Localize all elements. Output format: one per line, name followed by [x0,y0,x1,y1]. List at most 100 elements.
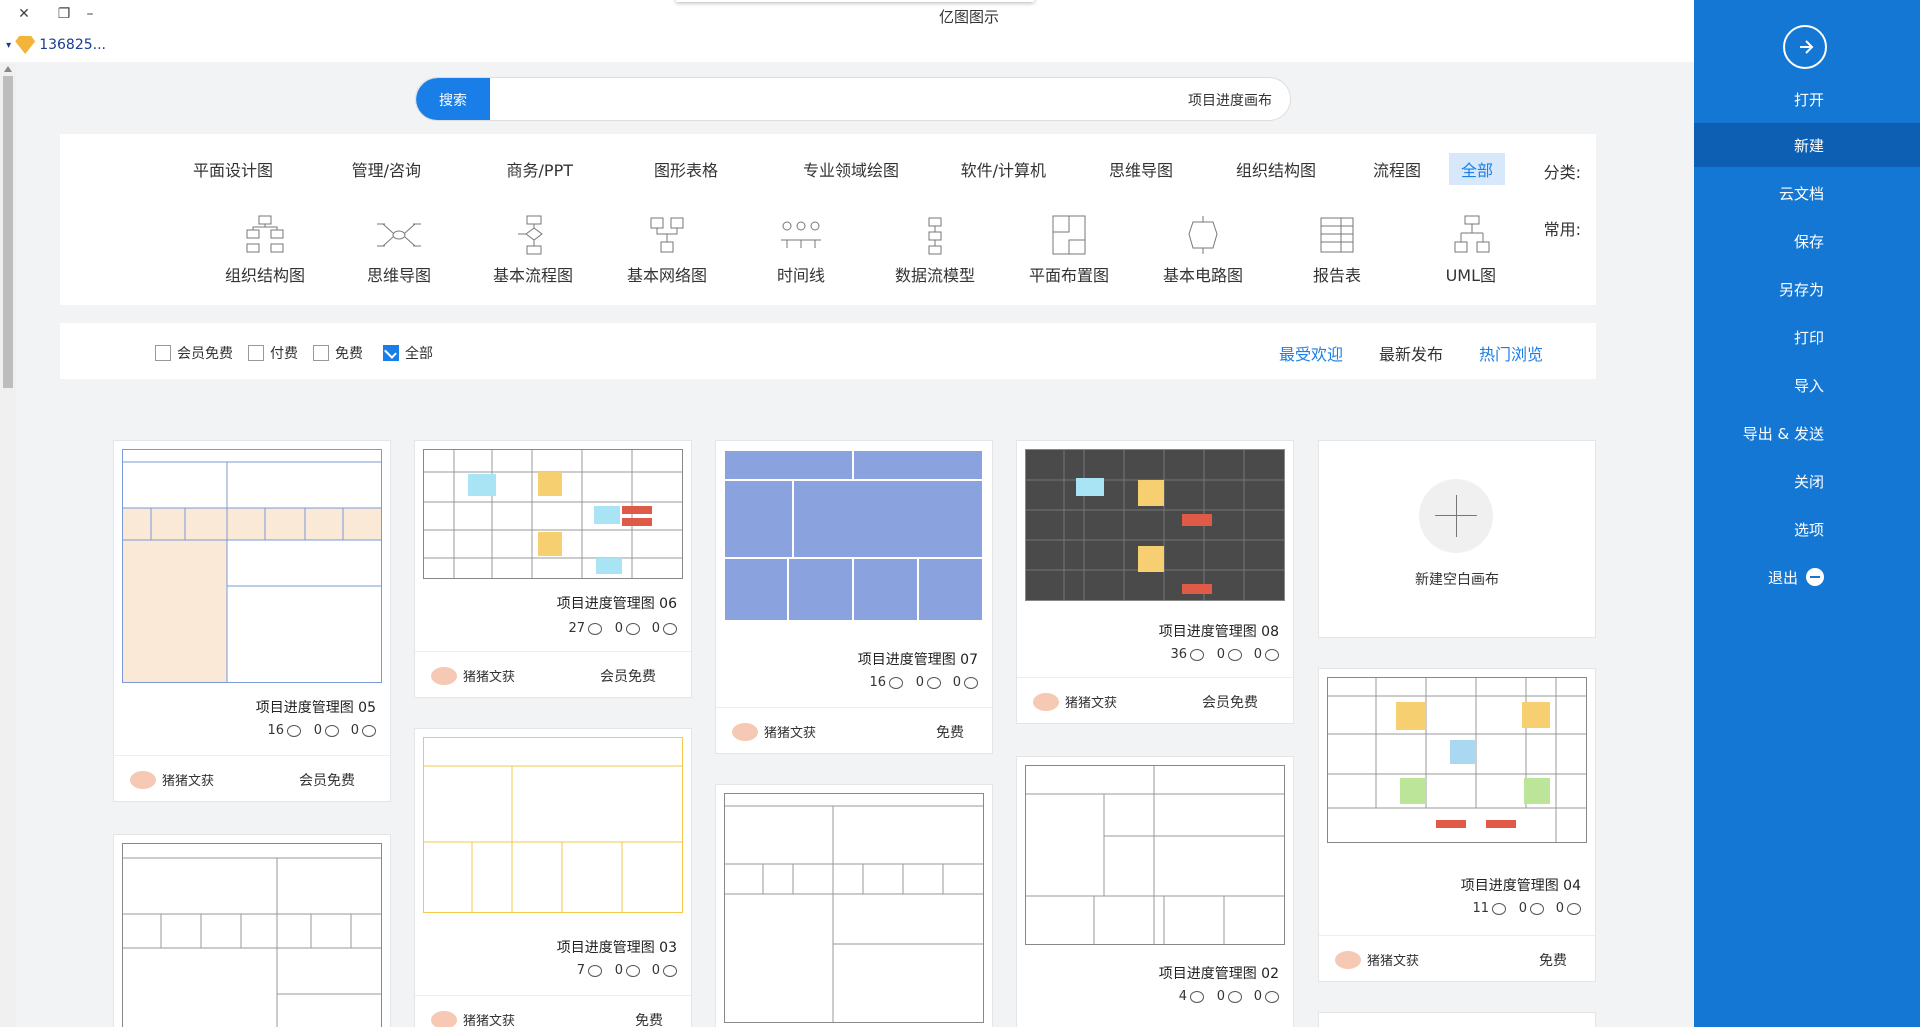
fav-count[interactable]: 0 [1254,989,1279,1004]
avatar [732,722,758,741]
common-dataflow[interactable]: 数据流模型 [880,214,990,286]
template-thumbnail [122,449,382,683]
author[interactable]: 猪猪文获 [130,770,214,789]
fav-count[interactable]: 0 [1254,647,1279,662]
fav-count[interactable]: 0 [652,963,677,978]
common-floorplan[interactable]: 平面布置图 [1014,214,1124,286]
price-label: 免费 [936,725,964,741]
checkbox-free[interactable] [313,345,329,361]
author[interactable]: 猪猪文获 [1335,950,1419,969]
category-management[interactable]: 管理/咨询 [352,153,421,185]
common-mindmap[interactable]: 思维导图 [344,214,454,286]
category-all[interactable]: 全部 [1448,153,1505,185]
scrollbar-thumb[interactable] [3,76,13,388]
author[interactable]: 猪猪文获 [431,666,515,685]
sidebar-item-new[interactable]: 新建 [1694,123,1920,167]
sidebar-item-print[interactable]: 打印 [1694,315,1920,359]
sidebar-item-close[interactable]: 关闭 [1694,459,1920,503]
filter-all[interactable]: 全部 [383,343,433,363]
view-count: 27 [569,621,603,636]
template-card-07[interactable]: 项目进度管理图 07 0 0 16 猪猪文获 免费 [715,440,993,754]
template-card-02[interactable]: 项目进度管理图 02 0 0 4 [1016,756,1294,1027]
template-card-partial[interactable] [1318,1012,1596,1027]
common-label: 常用: [1543,220,1581,239]
filter-paid[interactable]: 付费 [248,343,298,363]
author[interactable]: 猪猪文获 [1033,692,1117,711]
like-count[interactable]: 0 [1216,647,1242,662]
search-button[interactable]: 搜索 [416,78,490,121]
sort-popular[interactable]: 最受欢迎 [1279,341,1343,365]
category-professional[interactable]: 专业领域绘图 [803,153,899,185]
sort-hot[interactable]: 热门浏览 [1479,341,1543,365]
common-uml[interactable]: UML图 [1416,214,1526,286]
fav-count[interactable]: 0 [351,723,376,738]
template-card-03[interactable]: 项目进度管理图 03 0 0 7 猪猪文获 免费 [414,728,692,1027]
category-business[interactable]: 商务/PPT [507,153,573,185]
like-count[interactable]: 0 [1518,901,1544,916]
filter-member[interactable]: 会员免费 [155,343,233,363]
like-count[interactable]: 0 [915,675,941,690]
close-icon[interactable]: ✕ [12,3,36,25]
app-window: 打开 新建 云文档 保存 另存为 打印 导入 导出 & 发送 关闭 选项 退出 … [0,0,1920,1027]
sidebar-item-open[interactable]: 打开 [1694,77,1920,121]
template-card-08[interactable]: 项目进度管理图 08 0 0 36 猪猪文获 会员免费 [1016,440,1294,724]
scroll-up-icon[interactable] [4,66,12,72]
like-count[interactable]: 0 [614,963,640,978]
sidebar-item-options[interactable]: 选项 [1694,507,1920,551]
window-tab [676,0,1034,2]
floorplan-icon [1052,215,1086,255]
sidebar-item-exit[interactable]: 退出 [1694,555,1920,599]
price-label: 免费 [635,1013,663,1027]
common-flow[interactable]: 基本流程图 [478,214,588,286]
sidebar-item-saveas[interactable]: 另存为 [1694,267,1920,311]
template-card-05[interactable]: 项目进度管理图 05 0 0 16 猪猪文获 会员免费 [113,440,391,802]
scrollbar[interactable] [0,64,16,1027]
view-count: 16 [870,675,904,690]
filter-free[interactable]: 免费 [313,343,363,363]
sort-latest[interactable]: 最新发布 [1379,341,1443,365]
common-report[interactable]: 报告表 [1282,214,1392,286]
category-tables[interactable]: 图形表格 [654,153,718,185]
like-count[interactable]: 0 [1216,989,1242,1004]
eye-icon [1492,902,1507,915]
template-card-04[interactable]: 项目进度管理图 04 0 0 11 猪猪文获 免费 [1318,668,1596,982]
thumb-up-icon [1227,990,1242,1003]
sidebar-item-save[interactable]: 保存 [1694,219,1920,263]
fav-count[interactable]: 0 [1556,901,1581,916]
like-count[interactable]: 0 [313,723,339,738]
checkbox-member[interactable] [155,345,171,361]
fav-count[interactable]: 0 [953,675,978,690]
template-footer: 猪猪文获 免费 [716,707,992,753]
template-card-partial-3[interactable] [113,834,391,1027]
new-canvas-card[interactable]: 新建空白画布 [1318,440,1596,638]
common-org[interactable]: 组织结构图 [210,214,320,286]
template-card-06[interactable]: 项目进度管理图 06 0 0 27 猪猪文获 会员免费 [414,440,692,698]
like-count[interactable]: 0 [614,621,640,636]
sidebar-item-import[interactable]: 导入 [1694,363,1920,407]
checkbox-all[interactable] [383,345,399,361]
fav-count[interactable]: 0 [652,621,677,636]
checkbox-paid[interactable] [248,345,264,361]
template-footer: 猪猪文获 免费 [415,995,691,1027]
category-software[interactable]: 软件/计算机 [961,153,1046,185]
eye-icon [588,622,603,635]
category-org[interactable]: 组织结构图 [1236,153,1316,185]
user-account[interactable]: ▾ 136825... [6,36,106,54]
sidebar-item-export[interactable]: 导出 & 发送 [1694,411,1920,455]
common-timeline[interactable]: 时间线 [746,214,856,286]
author[interactable]: 猪猪文获 [431,1010,515,1027]
search-input-text[interactable]: 项目进度画布 [1188,90,1272,110]
back-icon[interactable] [1783,25,1827,69]
category-flowchart[interactable]: 流程图 [1373,153,1421,185]
sidebar-item-cloud[interactable]: 云文档 [1694,171,1920,215]
common-circuit[interactable]: 基本电路图 [1148,214,1258,286]
category-mindmap[interactable]: 思维导图 [1109,153,1173,185]
template-card-partial-2[interactable] [715,784,993,1027]
chevron-down-icon: ▾ [6,39,12,51]
author[interactable]: 猪猪文获 [732,722,816,741]
title-bar: 亿图图示 – ❐ ✕ [0,0,1694,30]
minimize-icon[interactable]: – [78,3,102,25]
restore-icon[interactable]: ❐ [52,3,76,25]
common-network[interactable]: 基本网络图 [612,214,722,286]
category-graphic[interactable]: 平面设计图 [193,153,273,185]
